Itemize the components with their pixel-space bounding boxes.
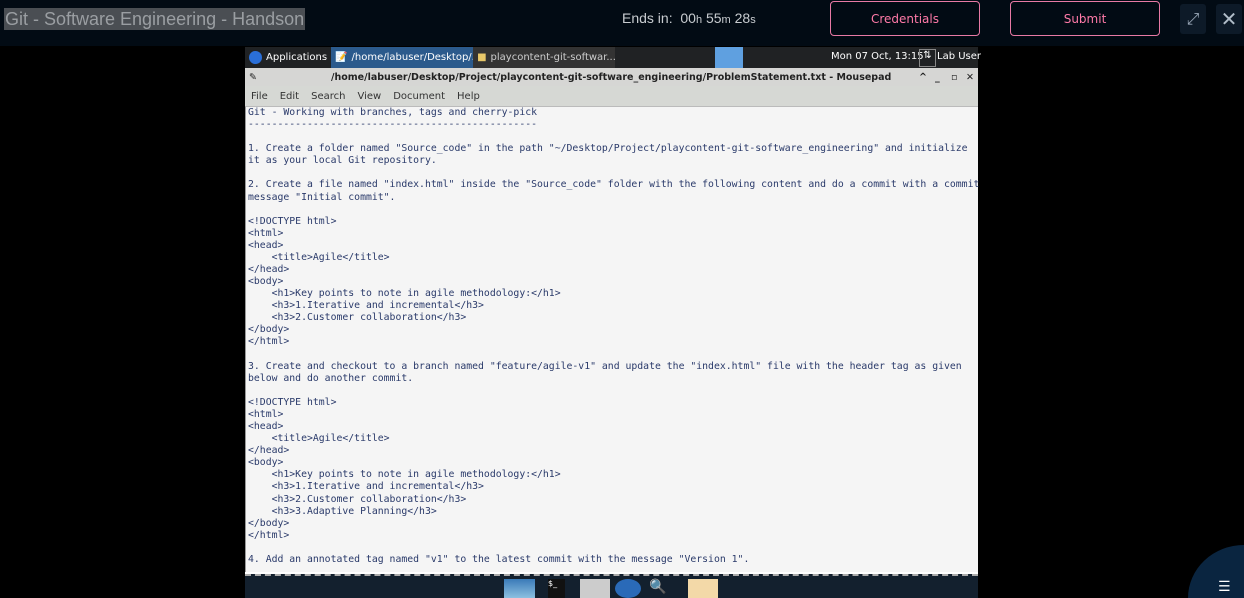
text-line: <h1>Key points to note in agile methodol… xyxy=(248,288,561,300)
applications-label: Applications xyxy=(266,52,328,63)
text-line: <h3>1.Iterative and incremental</h3> xyxy=(248,481,484,493)
text-line: <title>Agile</title> xyxy=(248,433,390,445)
text-line: <h3>2.Customer collaboration</h3> xyxy=(248,312,467,324)
text-line: <title>Agile</title> xyxy=(248,251,390,263)
text-line: <!DOCTYPE html> xyxy=(248,215,337,227)
menu-bar: File Edit Search View Document Help xyxy=(245,86,978,106)
folder-icon: ■ xyxy=(477,52,487,63)
text-line: 2. Create a file named "index.html" insi… xyxy=(248,179,980,191)
window-close-icon[interactable]: ✕ xyxy=(966,72,974,83)
home-folder-icon[interactable] xyxy=(580,579,610,598)
fullscreen-icon[interactable]: ⤢ xyxy=(1180,4,1206,34)
text-line: <h3>2.Customer collaboration</h3> xyxy=(248,493,467,505)
text-line: ----------------------------------------… xyxy=(248,119,538,131)
text-line xyxy=(246,349,978,361)
text-line xyxy=(246,167,978,179)
xfce-logo-icon xyxy=(249,51,262,64)
text-line: it as your local Git repository. xyxy=(248,155,437,167)
timer-hours: 00 xyxy=(680,10,696,26)
text-line: Git - Working with branches, tags and ch… xyxy=(248,107,538,118)
submit-button[interactable]: Submit xyxy=(1010,1,1160,36)
text-line: <head> xyxy=(248,239,284,251)
taskbar-mousepad[interactable]: 📝/home/labuser/Desktop/... xyxy=(331,47,481,68)
notification-button[interactable]: ☰ xyxy=(1188,545,1244,598)
text-line xyxy=(246,542,978,554)
seconds-unit: s xyxy=(750,14,756,26)
text-line: </html> xyxy=(248,336,290,348)
text-line: 4. Add an annotated tag named "v1" to th… xyxy=(248,553,750,565)
xfce-panel: Applications 📝/home/labuser/Desktop/... … xyxy=(245,47,981,68)
text-editor[interactable]: Git - Working with branches, tags and ch… xyxy=(245,106,980,572)
countdown-timer: Ends in: 00h 55m 28s xyxy=(622,10,756,26)
text-line: <html> xyxy=(248,227,284,239)
minimize-icon[interactable]: _ xyxy=(935,72,940,83)
text-line: below and do another commit. xyxy=(248,372,414,384)
dock: $_ 🔍 xyxy=(245,574,978,598)
menu-help[interactable]: Help xyxy=(451,91,486,102)
text-line: <h3>1.Iterative and incremental</h3> xyxy=(248,300,484,312)
window-titlebar: ✎ /home/labuser/Desktop/Project/playcont… xyxy=(245,68,978,86)
text-line: </html> xyxy=(248,529,290,541)
text-line: <html> xyxy=(248,408,284,420)
app-icon: ✎ xyxy=(249,71,257,83)
remote-desktop[interactable]: Applications 📝/home/labuser/Desktop/... … xyxy=(245,47,981,598)
clock: Mon 07 Oct, 13:15 xyxy=(831,51,924,62)
text-line: </head> xyxy=(248,264,290,276)
lab-title: Git - Software Engineering - Handson xyxy=(4,8,306,30)
text-line: <body> xyxy=(248,276,284,288)
window-title: /home/labuser/Desktop/Project/playconten… xyxy=(331,71,892,83)
bell-icon: ☰ xyxy=(1218,579,1231,595)
text-line: <!DOCTYPE html> xyxy=(248,396,337,408)
terminal-icon[interactable]: $_ xyxy=(548,579,565,598)
workspace-switcher[interactable] xyxy=(715,47,743,68)
top-bar: Git - Software Engineering - Handson End… xyxy=(0,0,1244,46)
text-line: </head> xyxy=(248,445,290,457)
web-browser-icon[interactable] xyxy=(615,579,641,598)
text-line xyxy=(246,131,978,143)
timer-seconds: 28 xyxy=(734,10,751,26)
text-line: message "Initial commit". xyxy=(248,191,396,203)
text-line: <head> xyxy=(248,421,284,433)
menu-file[interactable]: File xyxy=(245,91,274,102)
network-icon[interactable]: ⇅ xyxy=(919,49,936,67)
applications-menu[interactable]: Applications xyxy=(245,47,331,68)
menu-search[interactable]: Search xyxy=(305,91,351,102)
show-desktop-icon[interactable] xyxy=(504,579,535,598)
text-line xyxy=(246,385,978,397)
text-line xyxy=(246,204,978,216)
taskbar-folder[interactable]: ■ playcontent-git-softwar... xyxy=(473,47,616,68)
timer-label: Ends in: xyxy=(622,10,673,26)
task-label: playcontent-git-softwar... xyxy=(490,52,616,63)
text-line: 1. Create a folder named "Source_code" i… xyxy=(248,143,968,155)
menu-document[interactable]: Document xyxy=(387,91,451,102)
minutes-unit: m xyxy=(721,14,731,26)
user-menu[interactable]: Lab User xyxy=(937,51,981,62)
editor-icon: 📝 xyxy=(335,52,348,63)
hours-unit: h xyxy=(695,14,703,26)
text-line: <h1>Key points to note in agile methodol… xyxy=(248,469,561,481)
maximize-icon[interactable]: ▫ xyxy=(951,72,957,83)
menu-view[interactable]: View xyxy=(351,91,387,102)
text-line: </body> xyxy=(248,517,290,529)
text-line: 3. Create and checkout to a branch named… xyxy=(248,360,962,372)
menu-edit[interactable]: Edit xyxy=(274,91,305,102)
text-line: <h3>3.Adaptive Planning</h3> xyxy=(248,505,437,517)
credentials-button[interactable]: Credentials xyxy=(830,1,980,36)
search-icon[interactable]: 🔍 xyxy=(649,579,673,598)
task-label: /home/labuser/Desktop/... xyxy=(351,52,482,63)
text-line: <body> xyxy=(248,457,284,469)
folder-icon[interactable] xyxy=(688,579,718,598)
timer-minutes: 55 xyxy=(705,10,722,26)
shade-icon[interactable]: ^ xyxy=(919,72,927,83)
text-line: </body> xyxy=(248,324,290,336)
close-icon[interactable]: ✕ xyxy=(1216,4,1242,34)
